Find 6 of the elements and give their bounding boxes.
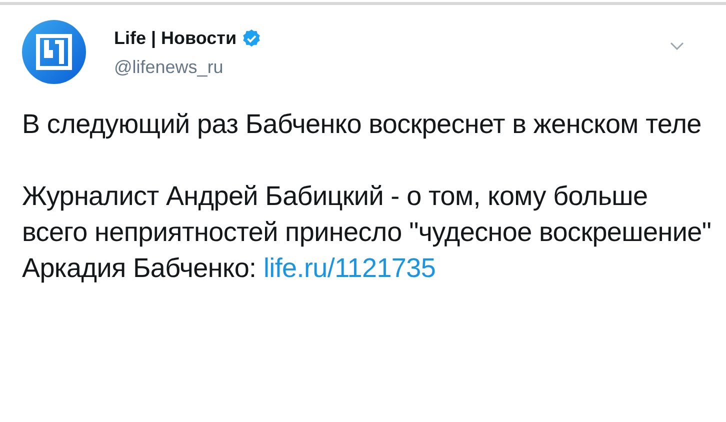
logo-avatar-icon[interactable] xyxy=(22,20,86,84)
account-name[interactable]: Life | Новости xyxy=(114,28,237,49)
account-handle[interactable]: @lifenews_ru xyxy=(114,57,670,78)
link[interactable]: life.ru/1121735 xyxy=(263,253,436,283)
tweet-text: В следующий раз Бабченко воскреснет в женском теле xyxy=(22,108,702,141)
tweet-text: Журналист Андрей Бабицкий - о том, кому больше всего неприятностей принесло "чудесное воскрешение" Аркадия Бабченко: life.ru/1121735 xyxy=(22,180,712,285)
